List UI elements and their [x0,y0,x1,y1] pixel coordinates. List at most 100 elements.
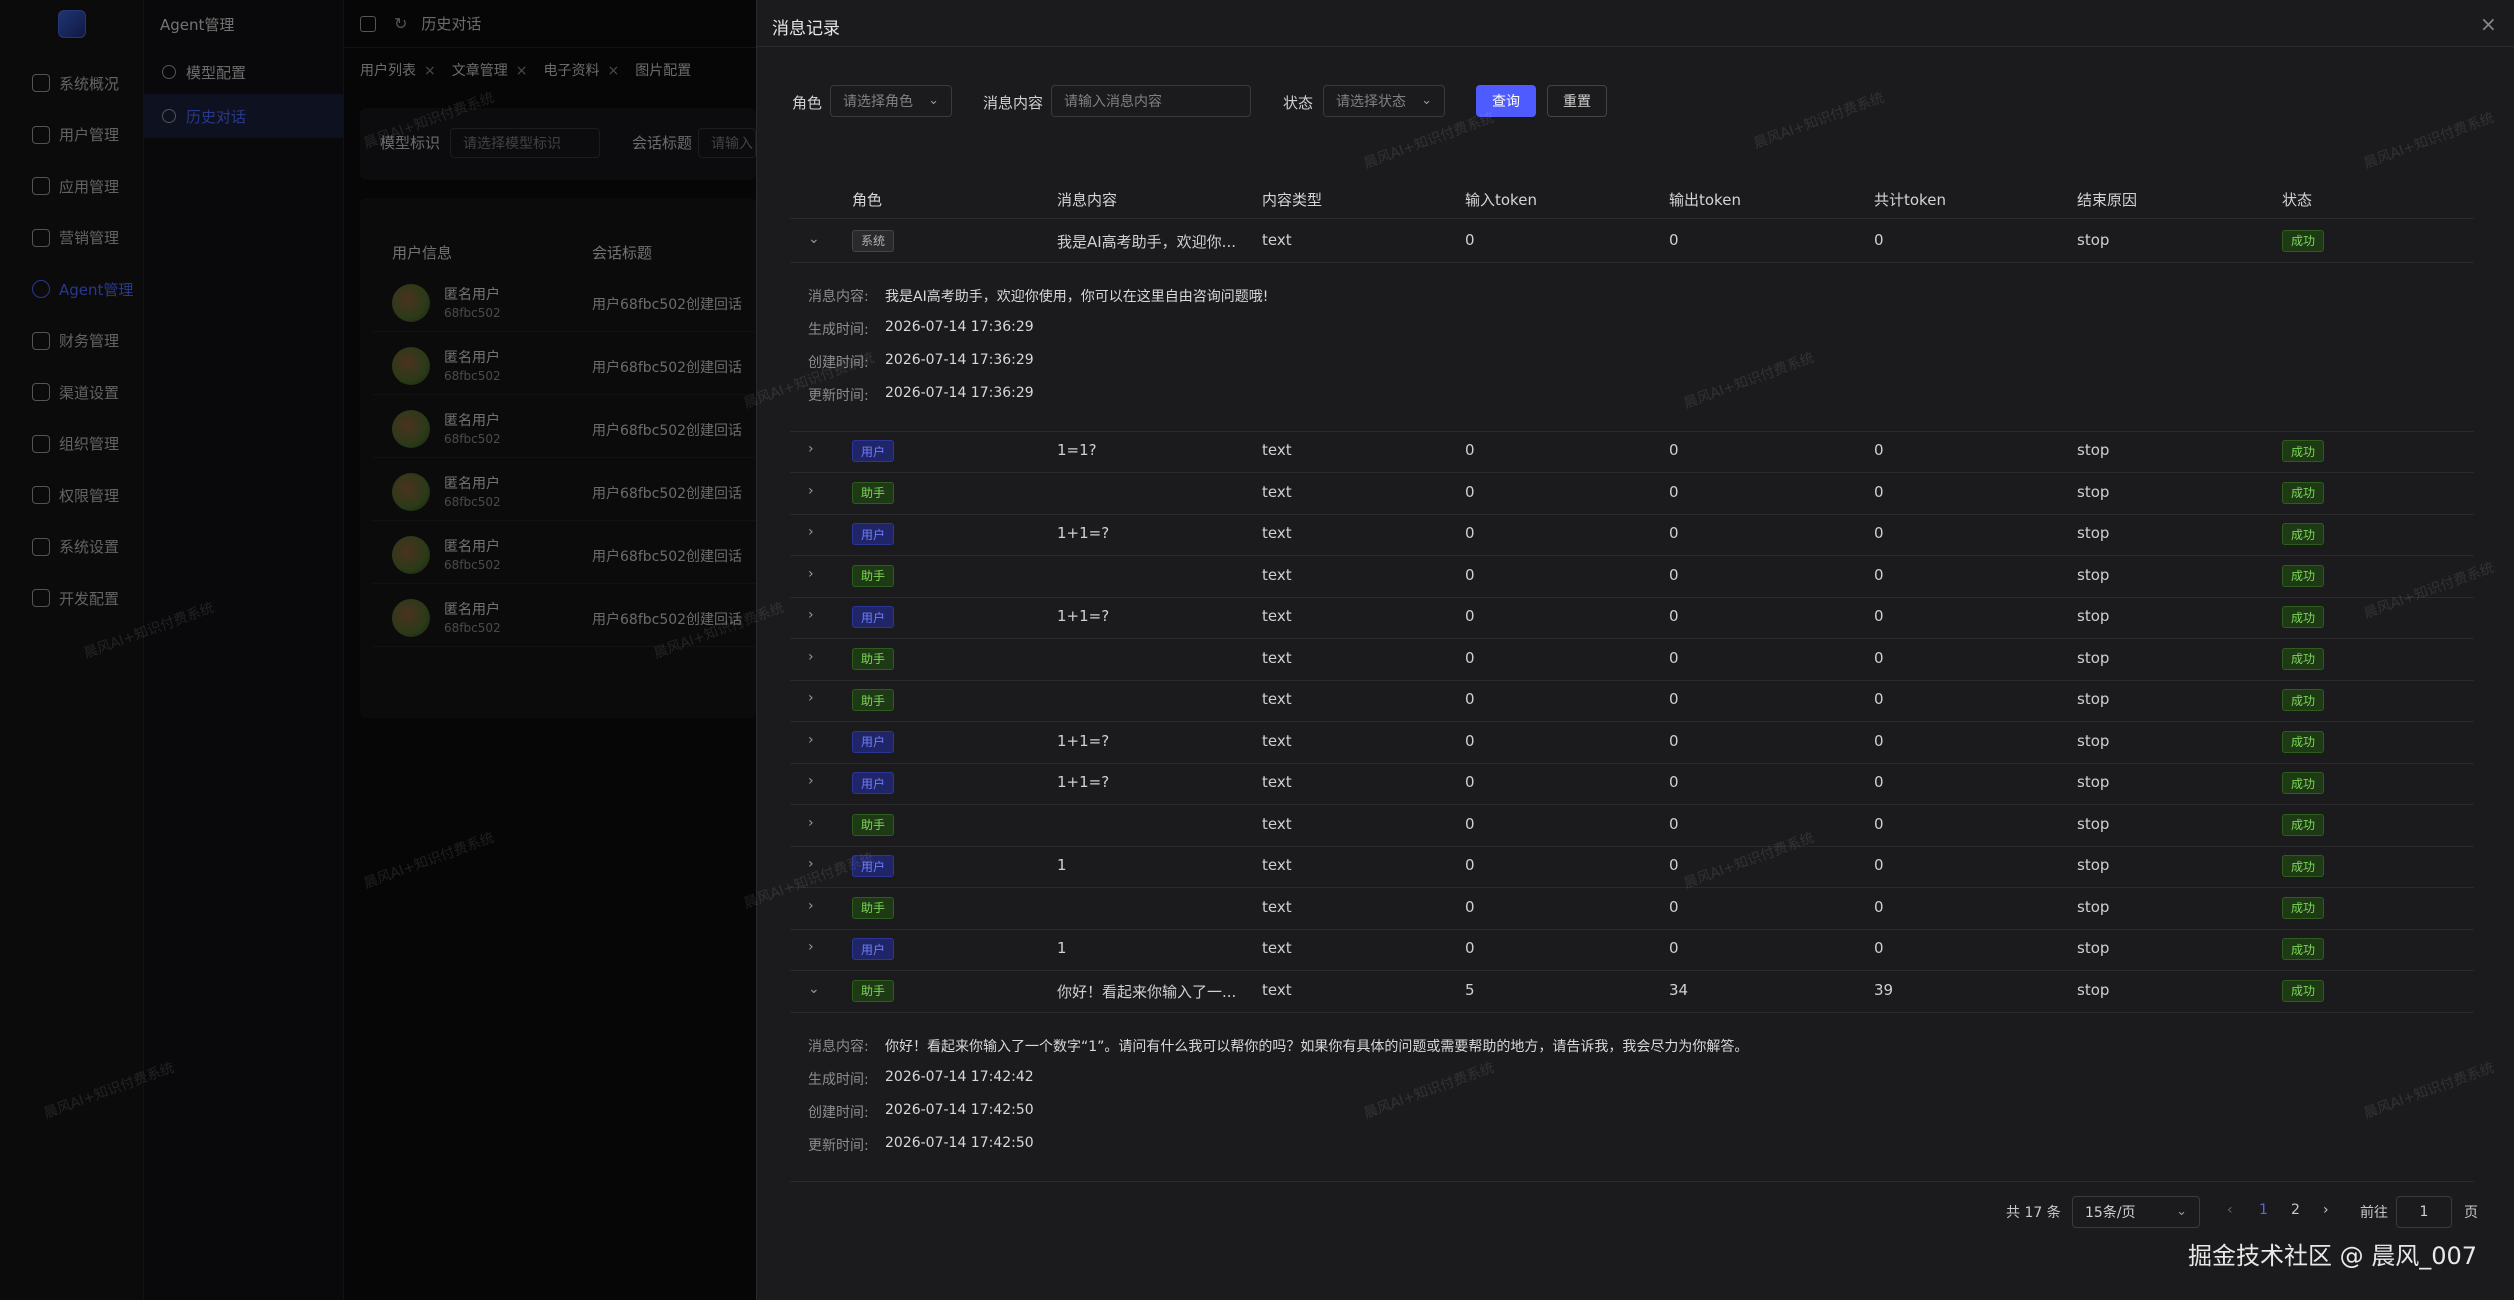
chevron-down-icon[interactable]: ⌄ [808,231,820,247]
chevron-right-icon[interactable]: › [808,773,814,789]
output-token: 0 [1669,731,1679,750]
role-badge: 用户 [852,855,895,878]
input-token: 0 [1465,565,1475,584]
content-type: text [1262,230,1292,249]
row-divider [790,472,2474,473]
chevron-right-icon[interactable]: › [808,939,814,955]
page-size-select[interactable]: 15条/页 ⌄ [2072,1196,2200,1228]
reset-button[interactable]: 重置 [1547,85,1607,117]
output-token: 0 [1669,524,1679,543]
role-badge: 用户 [852,523,895,546]
chevron-right-icon[interactable]: › [808,566,814,582]
content-type: text [1262,565,1292,584]
status-filter-label: 状态 [1283,94,1314,112]
content-type: text [1262,897,1292,916]
detail-value-generated: 2026-07-14 17:36:29 [885,318,1034,335]
total-token: 0 [1874,648,1884,667]
finish-reason: stop [2077,441,2110,460]
chevron-down-icon: ⌄ [1421,93,1432,108]
role-select[interactable]: 请选择角色 ⌄ [830,85,952,117]
output-token: 0 [1669,565,1679,584]
content-type: text [1262,648,1292,667]
close-icon[interactable]: × [2480,12,2497,36]
content-type: text [1262,524,1292,543]
chevron-down-icon[interactable]: ⌄ [808,981,820,997]
chevron-right-icon[interactable]: › [808,607,814,623]
finish-reason: stop [2077,690,2110,709]
input-token: 0 [1465,441,1475,460]
row-divider [790,638,2474,639]
detail-label-updated: 更新时间: [808,1137,869,1154]
content-type: text [1262,980,1292,999]
goto-page-input[interactable]: 1 [2396,1196,2452,1228]
chevron-right-icon[interactable]: › [808,483,814,499]
status-badge: 成功 [2282,523,2325,546]
output-token: 0 [1669,482,1679,501]
chevron-right-icon[interactable]: › [808,815,814,831]
content-type: text [1262,773,1292,792]
detail-label-generated: 生成时间: [808,1071,869,1088]
role-badge: 助手 [852,979,895,1002]
total-token: 0 [1874,607,1884,626]
chevron-right-icon[interactable]: › [808,441,814,457]
chevron-right-icon[interactable]: › [808,649,814,665]
output-token: 0 [1669,939,1679,958]
message-content: 1+1=? [1057,524,1110,543]
row-divider [790,970,2474,971]
content-type: text [1262,814,1292,833]
output-token: 0 [1669,607,1679,626]
row-divider [790,845,2474,847]
row-divider [790,762,2474,764]
input-token: 0 [1465,939,1475,958]
prev-page-icon[interactable]: ‹ [2227,1202,2233,1218]
role-badge: 助手 [852,689,895,712]
finish-reason: stop [2077,814,2110,833]
finish-reason: stop [2077,607,2110,626]
input-token: 0 [1465,773,1475,792]
chevron-right-icon[interactable]: › [808,856,814,872]
overlay-mask[interactable] [0,0,756,1300]
content-filter-label: 消息内容 [983,94,1044,112]
role-badge: 助手 [852,564,895,587]
chevron-right-icon[interactable]: › [808,524,814,540]
detail-value-content: 我是AI高考助手，欢迎你使用，你可以在这里自由咨询问题哦! [885,288,1269,305]
message-content: 1+1=? [1057,731,1110,750]
chevron-right-icon[interactable]: › [808,732,814,748]
input-token: 0 [1465,856,1475,875]
column-header-6: 结束原因 [2077,191,2138,209]
row-divider [790,555,2474,556]
page-1[interactable]: 1 [2259,1202,2268,1218]
finish-reason: stop [2077,482,2110,501]
status-badge: 成功 [2282,647,2325,670]
role-badge: 助手 [852,647,895,670]
goto-label: 前往 [2360,1205,2388,1221]
column-header-1: 消息内容 [1057,191,1118,209]
status-select[interactable]: 请选择状态 ⌄ [1323,85,1445,117]
total-token: 0 [1874,230,1884,249]
next-page-icon[interactable]: › [2323,1202,2329,1218]
query-button[interactable]: 查询 [1476,85,1536,117]
total-token: 0 [1874,731,1884,750]
message-content: 1=1? [1057,441,1097,460]
status-badge: 成功 [2282,606,2325,629]
chevron-right-icon[interactable]: › [808,898,814,914]
finish-reason: stop [2077,856,2110,875]
finish-reason: stop [2077,939,2110,958]
chevron-right-icon[interactable]: › [808,690,814,706]
content-input[interactable]: 请输入消息内容 [1051,85,1251,117]
column-header-7: 状态 [2282,191,2313,209]
page-2[interactable]: 2 [2291,1202,2300,1218]
output-token: 0 [1669,856,1679,875]
role-badge: 助手 [852,896,895,919]
message-content: 1 [1057,856,1067,875]
role-badge: 用户 [852,440,895,463]
total-token: 0 [1874,939,1884,958]
total-token: 39 [1874,980,1894,999]
role-badge: 助手 [852,481,895,504]
row-divider [790,1011,2474,1013]
total-token: 0 [1874,897,1884,916]
message-content: 1+1=? [1057,607,1110,626]
status-badge: 成功 [2282,229,2325,252]
content-type: text [1262,441,1292,460]
output-token: 0 [1669,690,1679,709]
